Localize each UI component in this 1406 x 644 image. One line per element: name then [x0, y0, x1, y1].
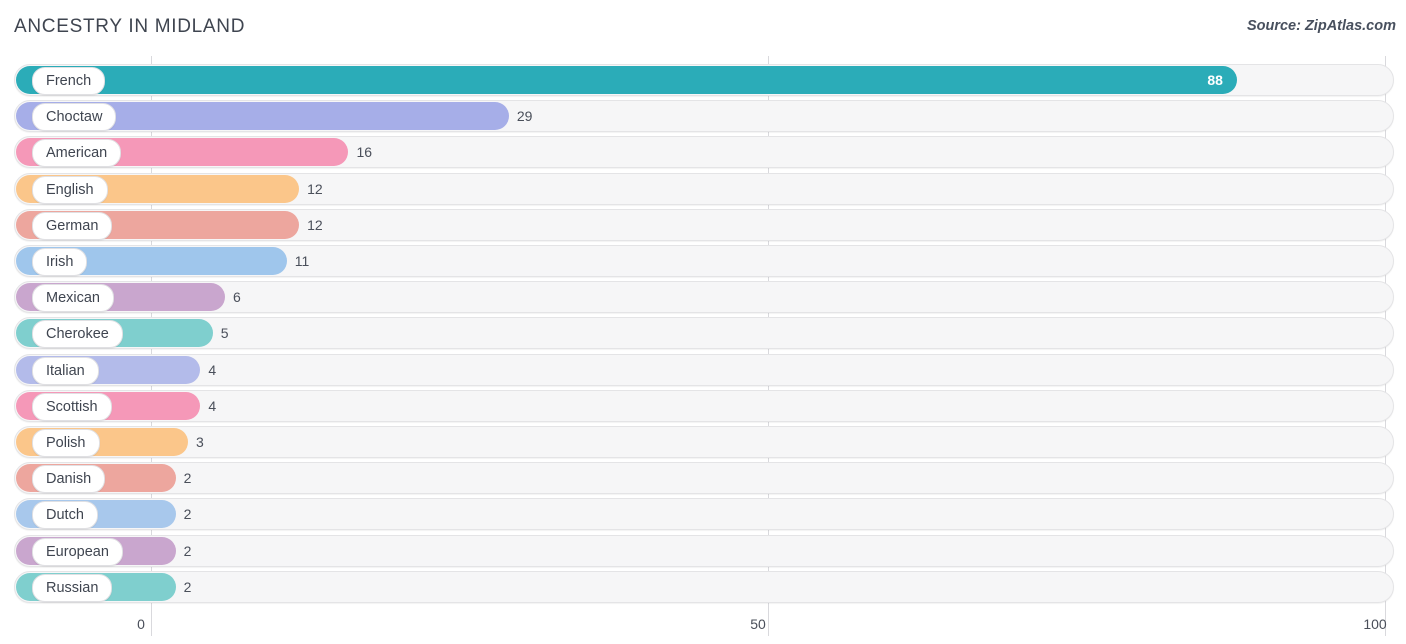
bar-rows: 88 French 29 Choctaw 16 American 12 English 12 Ge… [0, 56, 1406, 608]
axis-tick-label: 100 [1363, 616, 1387, 632]
bar-row[interactable]: 2 European [14, 534, 1394, 567]
bar-row[interactable]: 6 Mexican [14, 281, 1394, 314]
bar-value-label: 2 [183, 578, 192, 595]
bar-track [14, 534, 1394, 567]
bar-value-label: 2 [183, 470, 192, 487]
axis-tick-mark [151, 608, 152, 636]
bar-value-label: 12 [307, 180, 323, 197]
bar-track [14, 389, 1394, 422]
bar-row[interactable]: 5 Cherokee [14, 317, 1394, 350]
bar-value-label: 2 [183, 542, 192, 559]
bar-track [14, 498, 1394, 531]
category-label: Irish [32, 248, 88, 276]
bar-row[interactable]: 29 Choctaw [14, 100, 1394, 133]
bar-row[interactable]: 11 Irish [14, 245, 1394, 277]
bar-row[interactable]: 3 Polish [14, 426, 1394, 458]
bar-value-label: 12 [307, 216, 323, 233]
category-label: European [32, 537, 123, 566]
category-label: Polish [32, 429, 100, 457]
axis-tick-mark [768, 608, 769, 636]
bar-track [14, 570, 1394, 603]
axis-tick-label: 50 [750, 616, 766, 632]
category-label: Italian [32, 356, 99, 385]
chart-header: ANCESTRY IN MIDLAND Source: ZipAtlas.com [0, 0, 1406, 56]
category-label: Cherokee [32, 320, 123, 349]
x-axis: 0 50 100 [0, 608, 1406, 644]
bar-value-label: 29 [516, 108, 533, 125]
bar[interactable]: 88 [16, 66, 1237, 94]
bar-row[interactable]: 2 Danish [14, 462, 1394, 495]
bar-value-label: 88 [1207, 72, 1223, 88]
bar-row[interactable]: 4 Scottish [14, 389, 1394, 422]
bar-track [14, 353, 1394, 386]
bar-value-label: 4 [208, 397, 217, 414]
category-label: Choctaw [32, 103, 117, 132]
category-label: English [32, 175, 108, 204]
bar-value-label: 4 [208, 361, 217, 378]
bar-value-label: 11 [294, 253, 310, 269]
bar-value-label: 16 [356, 144, 373, 161]
category-label: Dutch [32, 501, 98, 530]
bar-value-label: 5 [220, 325, 229, 342]
category-label: Danish [32, 465, 106, 494]
bar-row[interactable]: 12 English [14, 172, 1394, 205]
bar-row[interactable]: 12 German [14, 208, 1394, 241]
bar-track [14, 426, 1394, 458]
axis-tick-label: 0 [137, 616, 145, 632]
bar-value-label: 6 [233, 289, 241, 306]
page-title: ANCESTRY IN MIDLAND [14, 16, 246, 37]
category-label: Mexican [32, 284, 114, 313]
bar-row[interactable]: 4 Italian [14, 353, 1394, 386]
bar-value-label: 3 [196, 434, 204, 450]
bar-track [14, 462, 1394, 495]
category-label: German [32, 211, 113, 240]
bar-row[interactable]: 2 Dutch [14, 498, 1394, 531]
bar-row[interactable]: 2 Russian [14, 570, 1394, 603]
chart-plot-area: 88 French 29 Choctaw 16 American 12 English 12 Ge… [0, 56, 1406, 608]
bar-row[interactable]: 88 French [14, 64, 1394, 96]
category-label: American [32, 139, 122, 168]
bar-row[interactable]: 16 American [14, 136, 1394, 169]
category-label: Russian [32, 573, 113, 602]
bar-value-label: 2 [183, 506, 192, 523]
category-label: Scottish [32, 392, 112, 421]
category-label: French [32, 67, 106, 95]
source-attribution: Source: ZipAtlas.com [1246, 18, 1396, 34]
